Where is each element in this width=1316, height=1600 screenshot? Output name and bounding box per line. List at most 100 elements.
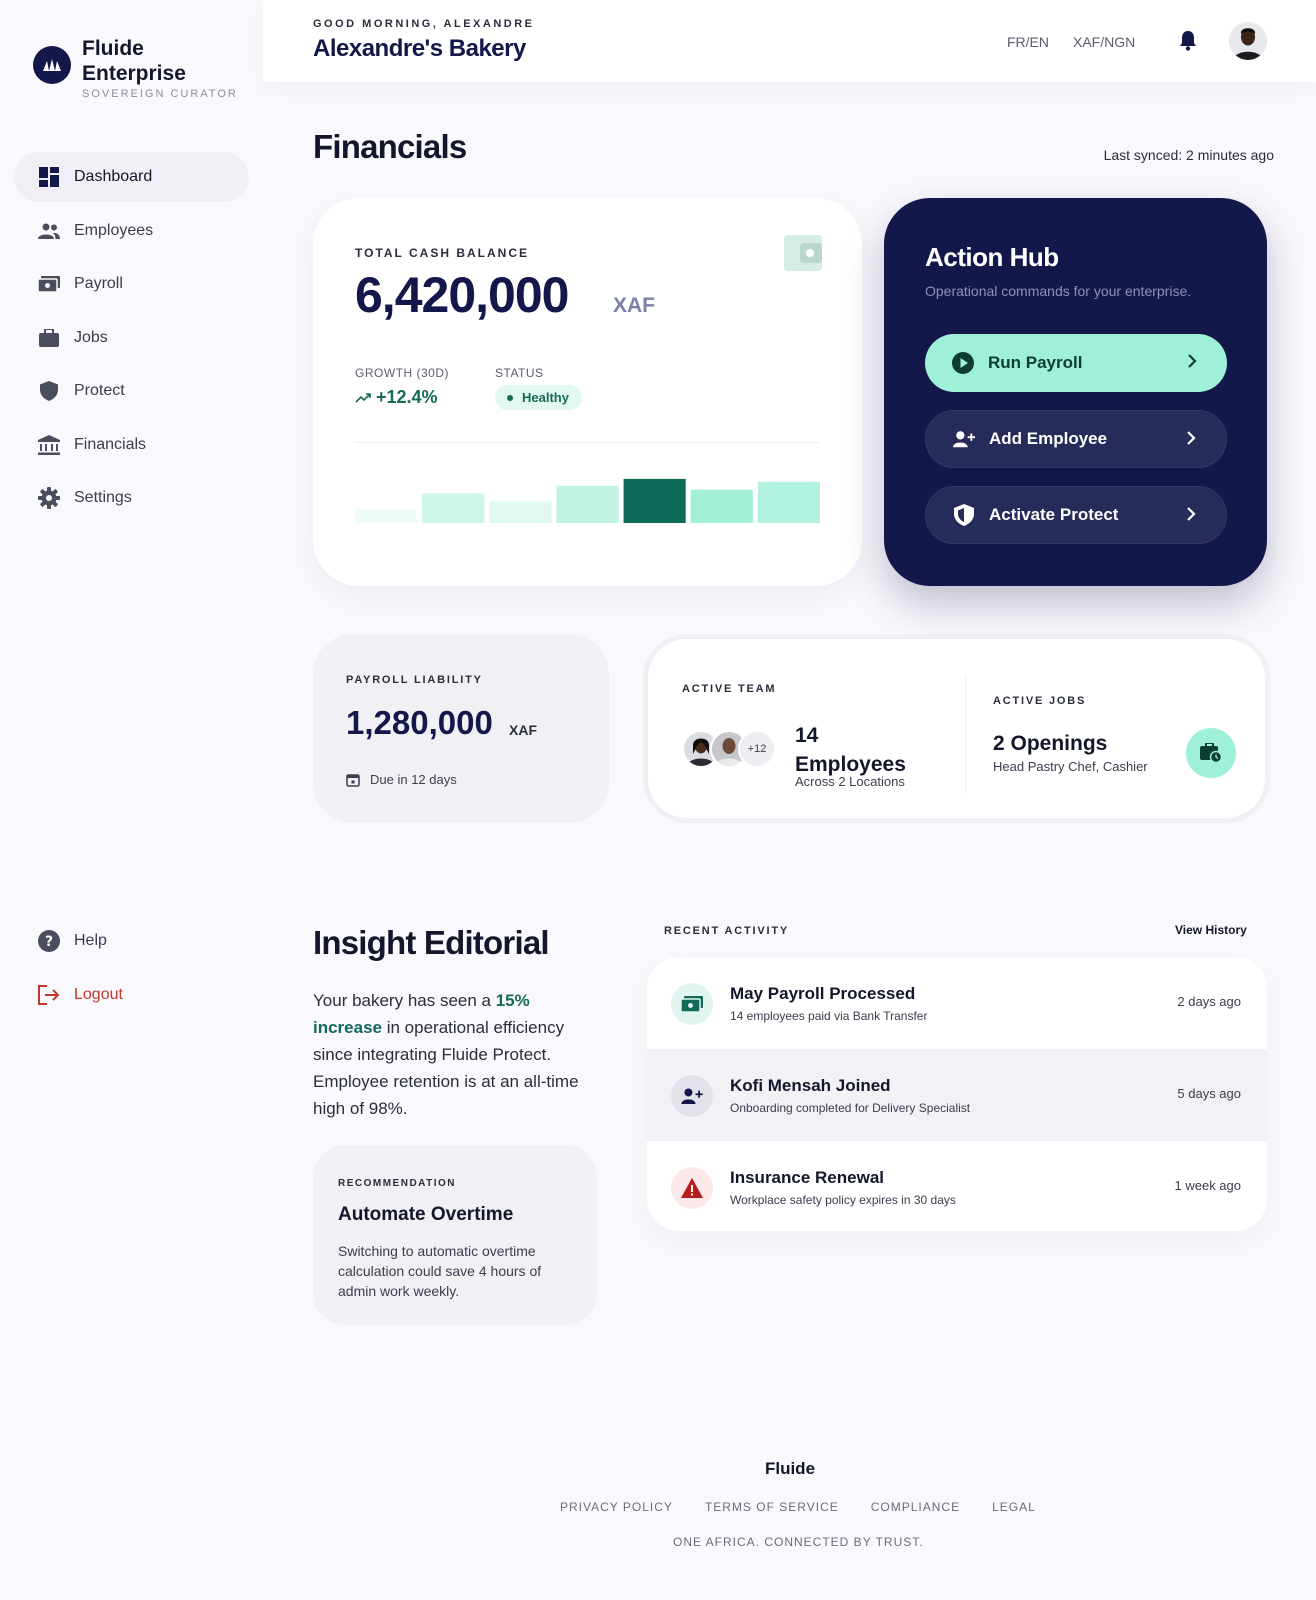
business-name: Alexandre's Bakery — [313, 35, 526, 62]
work-history-icon[interactable] — [1186, 728, 1236, 778]
recommendation-label: RECOMMENDATION — [338, 1178, 457, 1189]
cash-trend-chart — [355, 478, 820, 523]
activity-item[interactable]: Kofi Mensah Joined Onboarding completed … — [647, 1049, 1267, 1141]
recommendation-title: Automate Overtime — [338, 1204, 514, 1225]
trending-up-icon — [355, 392, 371, 403]
cash-balance-label: TOTAL CASH BALANCE — [355, 246, 529, 260]
chart-bar — [757, 481, 820, 523]
run-payroll-button[interactable]: Run Payroll — [925, 334, 1227, 392]
team-locations: Across 2 Locations — [795, 774, 905, 789]
team-count: 14 Employees — [795, 721, 906, 779]
last-synced: Last synced: 2 minutes ago — [1103, 147, 1274, 163]
svg-text:?: ? — [45, 934, 53, 950]
person-add-icon — [671, 1075, 713, 1117]
payroll-liability-card: PAYROLL LIABILITY 1,280,000 XAF Due in 1… — [313, 634, 609, 823]
dashboard-icon — [38, 166, 60, 188]
chevron-right-icon — [1186, 506, 1196, 527]
payments-icon — [38, 273, 60, 295]
team-avatars[interactable]: +12 — [682, 730, 776, 768]
activity-list: May Payroll Processed 14 employees paid … — [647, 957, 1267, 1231]
sidebar-item-label: Dashboard — [74, 168, 153, 185]
chevron-right-icon — [1186, 430, 1196, 451]
briefcase-icon — [38, 327, 60, 349]
user-avatar[interactable] — [1229, 22, 1267, 60]
brand[interactable]: Fluide Enterprise SOVEREIGN CURATOR — [33, 36, 238, 100]
active-team-label: ACTIVE TEAM — [682, 683, 777, 695]
shield-icon — [953, 504, 975, 526]
wallet-icon — [784, 235, 822, 271]
activity-item[interactable]: May Payroll Processed 14 employees paid … — [647, 957, 1267, 1049]
chart-bar — [690, 489, 753, 523]
brand-logo — [33, 46, 71, 84]
sidebar-item-label: Settings — [74, 489, 132, 506]
sidebar-item-protect[interactable]: Protect — [14, 366, 249, 416]
status-label: STATUS — [495, 366, 544, 380]
person-add-icon — [953, 428, 975, 450]
insight-text-before: Your bakery has seen a — [313, 991, 496, 1010]
calendar-icon — [346, 773, 360, 787]
help-icon: ? — [38, 930, 60, 952]
language-switch[interactable]: FR/EN — [1007, 34, 1049, 50]
action-hub-title: Action Hub — [925, 242, 1059, 272]
shield-icon — [38, 380, 60, 402]
activate-protect-label: Activate Protect — [989, 505, 1119, 524]
sidebar-item-label: Financials — [74, 435, 147, 453]
footer-link-privacy[interactable]: PRIVACY POLICY — [560, 1500, 673, 1514]
logout-label: Logout — [74, 985, 123, 1003]
activity-subtitle: 14 employees paid via Bank Transfer — [730, 1009, 928, 1023]
recent-activity-label: RECENT ACTIVITY — [664, 925, 789, 937]
run-payroll-label: Run Payroll — [988, 353, 1083, 372]
divider — [965, 676, 966, 794]
footer-link-terms[interactable]: TERMS OF SERVICE — [705, 1500, 839, 1514]
cash-balance-currency: XAF — [613, 294, 655, 317]
sidebar-item-logout[interactable]: Logout — [14, 970, 249, 1020]
footer-link-compliance[interactable]: COMPLIANCE — [871, 1500, 960, 1514]
insight-text: Your bakery has seen a 15% increase in o… — [313, 987, 603, 1122]
sidebar-item-payroll[interactable]: Payroll — [14, 259, 249, 309]
people-icon — [38, 220, 60, 242]
activity-time: 5 days ago — [1177, 1086, 1241, 1101]
brand-subtitle: SOVEREIGN CURATOR — [82, 88, 238, 100]
growth-value: +12.4% — [355, 387, 438, 408]
currency-switch[interactable]: XAF/NGN — [1073, 34, 1135, 50]
greeting: GOOD MORNING, ALEXANDRE — [313, 18, 535, 30]
sidebar-item-label: Protect — [74, 382, 125, 399]
growth-label: GROWTH (30D) — [355, 366, 449, 380]
add-employee-button[interactable]: Add Employee — [925, 410, 1227, 468]
activity-title: Kofi Mensah Joined — [730, 1076, 891, 1095]
notifications-bell-icon[interactable] — [1179, 29, 1197, 56]
sidebar-item-settings[interactable]: Settings — [14, 473, 249, 523]
recommendation-card[interactable]: RECOMMENDATION Automate Overtime Switchi… — [313, 1145, 597, 1325]
chart-bar — [623, 478, 686, 523]
brand-name: Fluide Enterprise — [82, 37, 186, 85]
growth-value-text: +12.4% — [376, 387, 438, 407]
sidebar-item-label: Employees — [74, 221, 154, 239]
jobs-count: 2 Openings — [993, 732, 1108, 755]
recommendation-text: Switching to automatic overtime calculat… — [338, 1243, 542, 1299]
sidebar: Fluide Enterprise SOVEREIGN CURATOR Dash… — [0, 0, 263, 1600]
divider — [355, 442, 820, 443]
sidebar-item-employees[interactable]: Employees — [14, 206, 249, 256]
status-value: Healthy — [522, 390, 569, 405]
payroll-due-text: Due in 12 days — [370, 772, 457, 787]
jobs-positions: Head Pastry Chef, Cashier — [993, 759, 1148, 774]
top-header: GOOD MORNING, ALEXANDRE Alexandre's Bake… — [263, 0, 1316, 82]
sidebar-item-dashboard[interactable]: Dashboard — [14, 152, 249, 202]
activity-item[interactable]: Insurance Renewal Workplace safety polic… — [647, 1141, 1267, 1231]
activate-protect-button[interactable]: Activate Protect — [925, 486, 1227, 544]
sidebar-item-jobs[interactable]: Jobs — [14, 313, 249, 363]
sidebar-item-financials[interactable]: Financials — [14, 420, 249, 470]
action-hub-subtitle: Operational commands for your enterprise… — [925, 283, 1192, 299]
payroll-liability-currency: XAF — [509, 722, 537, 738]
payroll-liability-label: PAYROLL LIABILITY — [346, 674, 483, 686]
view-history-link[interactable]: View History — [1175, 923, 1247, 937]
help-label: Help — [74, 932, 107, 949]
activity-time: 2 days ago — [1177, 994, 1241, 1009]
chart-bar — [556, 485, 619, 523]
gear-icon — [38, 487, 60, 509]
sidebar-item-help[interactable]: ? Help — [14, 916, 249, 966]
footer-link-legal[interactable]: LEGAL — [992, 1500, 1036, 1514]
active-jobs-label: ACTIVE JOBS — [993, 695, 1087, 707]
bank-icon — [38, 434, 60, 456]
sidebar-item-label: Payroll — [74, 275, 123, 292]
